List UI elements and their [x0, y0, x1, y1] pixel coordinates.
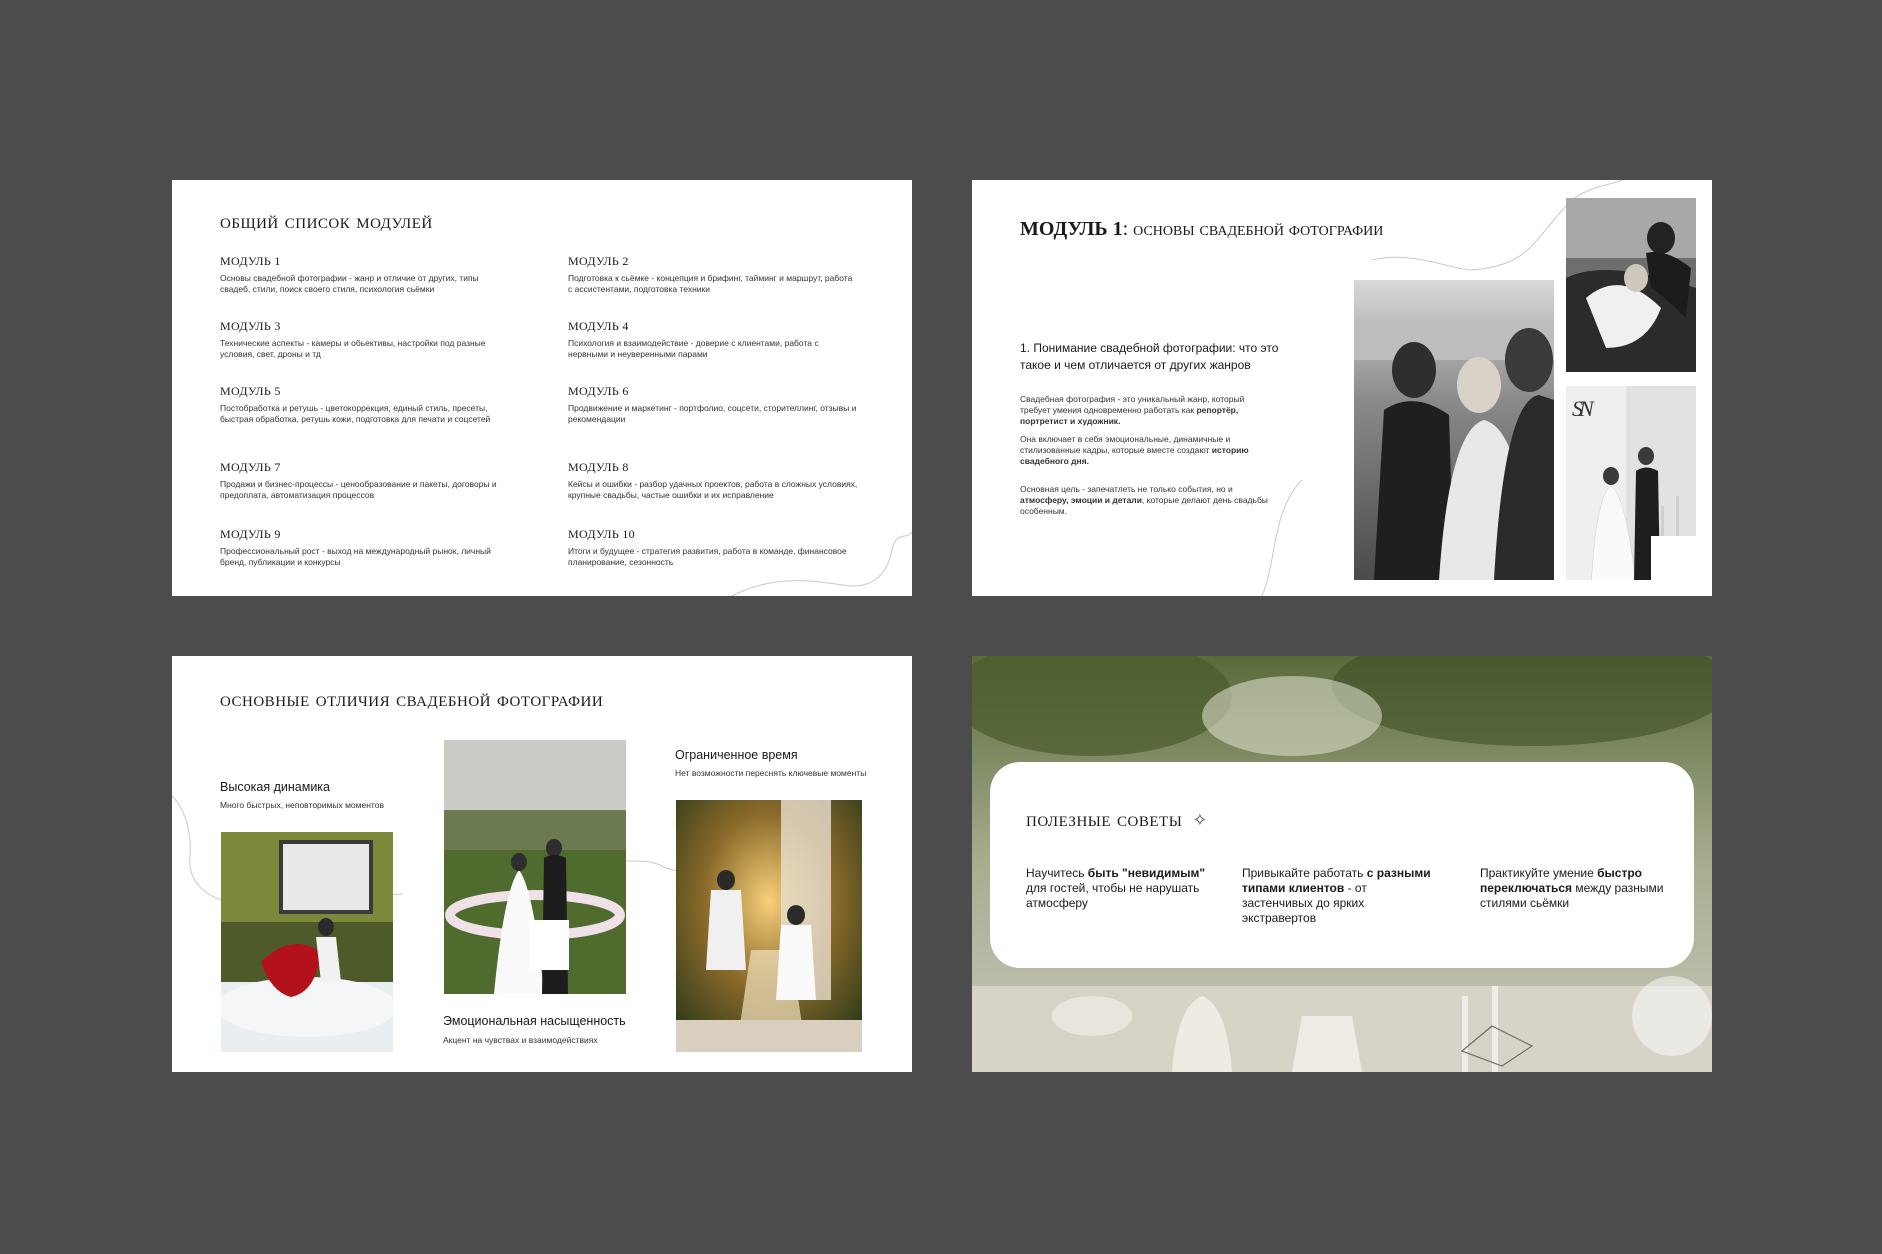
paragraph-bold: атмосферу, эмоции и детали: [1020, 495, 1142, 505]
module-item: МОДУЛЬ 4 Психология и взаимодействие - д…: [568, 319, 858, 360]
module-description: Постобработка и ретушь - цветокоррекция,…: [220, 403, 491, 424]
paragraph-1: Свадебная фотография - это уникальный жа…: [1020, 394, 1270, 427]
paragraph-text: Основная цель - запечатлеть не только со…: [1020, 484, 1233, 494]
feature-title: Эмоциональная насыщенность: [443, 1014, 626, 1028]
slide-module-1: МОДУЛЬ 1: ОСНОВЫ СВАДЕБНОЙ ФОТОГРАФИИ 1.…: [972, 180, 1712, 596]
slide-title: ОСНОВНЫЕ ОТЛИЧИЯ СВАДЕБНОЙ ФОТОГРАФИИ: [220, 686, 604, 711]
feature-title: Ограниченное время: [675, 748, 798, 762]
tips-title: полезные советы: [1026, 806, 1183, 831]
module-item: МОДУЛЬ 2 Подготовка к сьёмке - концепция…: [568, 254, 858, 295]
photo-guests-bw: [1354, 280, 1554, 580]
monogram-logo: SN: [1572, 396, 1594, 421]
tip-text: Привыкайте работать: [1242, 866, 1367, 880]
photo-champagne-tower: [676, 800, 862, 1052]
tip-text: для гостей, чтобы не нарушать атмосферу: [1026, 881, 1200, 910]
module-description: Продвижение и маркетинг - портфолио, соц…: [568, 403, 857, 424]
module-description: Профессиональный рост - выход на междуна…: [220, 546, 491, 567]
module-description: Технические аспекты - камеры и обьективы…: [220, 338, 486, 359]
module-description: Кейсы и ошибки - разбор удачных проектов…: [568, 479, 858, 500]
feature-title: Высокая динамика: [220, 780, 331, 794]
feature-description: Много быстрых, неповторимых моментов: [220, 800, 384, 810]
tips-card: полезные советы ✧ Научитесь быть "невиди…: [990, 762, 1694, 968]
paragraph-3: Основная цель - запечатлеть не только со…: [1020, 484, 1270, 517]
module-item: МОДУЛЬ 6 Продвижение и маркетинг - портф…: [568, 384, 858, 425]
module-name: МОДУЛЬ 1: [220, 254, 281, 268]
module-description: Психология и взаимодействие - доверие с …: [568, 338, 819, 359]
module-description: Основы свадебной фотографии - жанр и отл…: [220, 273, 479, 294]
module-item: МОДУЛЬ 9 Профессиональный рост - выход н…: [220, 527, 510, 568]
module-name: МОДУЛЬ 10: [568, 527, 635, 541]
slide-modules-list: ОБЩИЙ СПИСОК МОДУЛЕЙ МОДУЛЬ 1 Основы сва…: [172, 180, 912, 596]
sparkle-icon: ✧: [1192, 810, 1208, 831]
photo-couple-lawn: [444, 740, 626, 994]
module-name: МОДУЛЬ 7: [220, 460, 281, 474]
section-subtitle: 1. Понимание свадебной фотографии: что э…: [1020, 341, 1279, 372]
slide-title: ОБЩИЙ СПИСОК МОДУЛЕЙ: [220, 208, 433, 233]
title-module-number: МОДУЛЬ 1: [1020, 218, 1123, 240]
module-item: МОДУЛЬ 5 Постобработка и ретушь - цветок…: [220, 384, 510, 425]
card-title: полезные советы ✧: [1026, 806, 1208, 832]
module-name: МОДУЛЬ 9: [220, 527, 281, 541]
module-name: МОДУЛЬ 4: [568, 319, 629, 333]
tip-item: Привыкайте работать с разными типами кли…: [1242, 866, 1432, 926]
module-name: МОДУЛЬ 8: [568, 460, 629, 474]
paragraph-2: Она включает в себя эмоциональные, динам…: [1020, 434, 1270, 467]
photo-dance: [221, 832, 393, 1052]
title-rest: : ОСНОВЫ СВАДЕБНОЙ ФОТОГРАФИИ: [1122, 218, 1384, 240]
module-item: МОДУЛЬ 10 Итоги и будущее - стратегия ра…: [568, 527, 858, 568]
module-item: МОДУЛЬ 1 Основы свадебной фотографии - ж…: [220, 254, 510, 295]
module-name: МОДУЛЬ 6: [568, 384, 629, 398]
feature-description: Акцент на чувствах и взаимодействиях: [443, 1035, 598, 1045]
tip-bold: быть "невидимым": [1087, 866, 1206, 880]
feature-description: Нет возможности переснять ключевые момен…: [675, 768, 867, 778]
slide-title: МОДУЛЬ 1: ОСНОВЫ СВАДЕБНОЙ ФОТОГРАФИИ: [1020, 218, 1383, 241]
module-name: МОДУЛЬ 3: [220, 319, 281, 333]
tip-text: Практикуйте умение: [1480, 866, 1598, 880]
module-description: Продажи и бизнес-процессы - ценообразова…: [220, 479, 497, 500]
slide-key-differences: ОСНОВНЫЕ ОТЛИЧИЯ СВАДЕБНОЙ ФОТОГРАФИИ Вы…: [172, 656, 912, 1072]
photo-couple-monogram: SN: [1566, 386, 1696, 580]
module-item: МОДУЛЬ 8 Кейсы и ошибки - разбор удачных…: [568, 460, 858, 501]
module-description: Подготовка к сьёмке - концепция и брифин…: [568, 273, 853, 294]
module-name: МОДУЛЬ 2: [568, 254, 629, 268]
tip-item: Практикуйте умение быстро переключаться …: [1480, 866, 1670, 911]
module-description: Итоги и будущее - стратегия развития, ра…: [568, 546, 847, 567]
slide-useful-tips: полезные советы ✧ Научитесь быть "невиди…: [972, 656, 1712, 1072]
module-item: МОДУЛЬ 7 Продажи и бизнес-процессы - цен…: [220, 460, 510, 501]
photo-bride-car-bw: [1566, 198, 1696, 372]
module-item: МОДУЛЬ 3 Технические аспекты - камеры и …: [220, 319, 510, 360]
module-name: МОДУЛЬ 5: [220, 384, 281, 398]
paragraph-text: Она включает в себя эмоциональные, динам…: [1020, 434, 1231, 455]
tip-text: Научитесь: [1026, 866, 1088, 880]
tip-item: Научитесь быть "невидимым" для гостей, ч…: [1026, 866, 1216, 911]
